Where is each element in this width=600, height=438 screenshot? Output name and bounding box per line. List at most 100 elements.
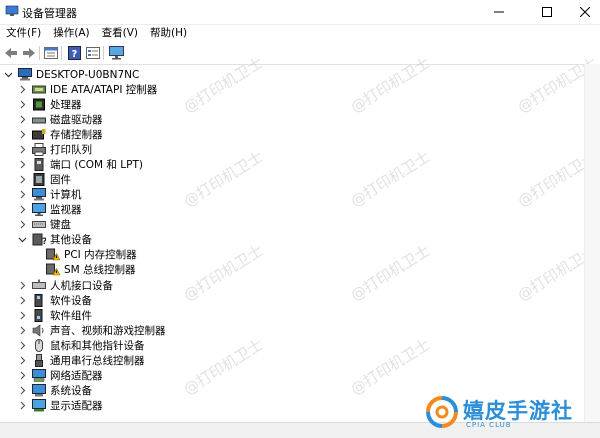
disk-drive-icon: [32, 113, 46, 126]
chevron-right-icon[interactable]: [18, 356, 27, 365]
port-icon: [32, 158, 46, 171]
mouse-icon: [32, 339, 46, 352]
back-button[interactable]: [3, 45, 19, 61]
chevron-right-icon[interactable]: [18, 386, 27, 395]
chevron-down-icon[interactable]: [4, 70, 13, 79]
chevron-right-icon[interactable]: [18, 281, 27, 290]
tree-item[interactable]: 端口 (COM 和 LPT): [18, 157, 143, 172]
tree-child-label: SM 总线控制器: [64, 263, 136, 276]
chevron-right-icon[interactable]: [18, 371, 27, 380]
tree-child-item[interactable]: PCI 内存控制器: [46, 247, 137, 262]
chevron-right-icon[interactable]: [18, 115, 27, 124]
tree-item[interactable]: 网络适配器: [18, 368, 103, 383]
chevron-right-icon[interactable]: [18, 205, 27, 214]
keyboard-icon: [32, 218, 46, 231]
system-device-icon: [32, 384, 46, 397]
chevron-right-icon[interactable]: [18, 341, 27, 350]
tree-child-label: PCI 内存控制器: [64, 248, 137, 261]
tree-item-label: 打印队列: [50, 143, 92, 156]
tree-item[interactable]: 鼠标和其他指针设备: [18, 338, 145, 353]
chevron-right-icon[interactable]: [18, 326, 27, 335]
tree-item[interactable]: 磁盘驱动器: [18, 112, 103, 127]
toolbar-separator: [39, 46, 40, 60]
tree-item[interactable]: 显示适配器: [18, 398, 103, 413]
chevron-right-icon[interactable]: [18, 296, 27, 305]
chevron-down-icon[interactable]: [18, 235, 27, 244]
device-tree: DESKTOP-U0BN7NC IDE ATA/ATAPI 控制器 处理器 磁盘…: [0, 66, 584, 422]
tree-item[interactable]: 软件组件: [18, 308, 92, 323]
tree-item[interactable]: 软件设备: [18, 293, 92, 308]
menu-help[interactable]: 帮助(H): [144, 25, 193, 42]
tree-item-label: 系统设备: [50, 384, 92, 397]
tree-child-item[interactable]: SM 总线控制器: [46, 262, 136, 277]
tree-item[interactable]: 通用串行总线控制器: [18, 353, 145, 368]
svg-text:?: ?: [71, 49, 77, 60]
warning-device-icon: [46, 248, 60, 261]
tree-item[interactable]: 处理器: [18, 97, 82, 112]
tree-item[interactable]: 系统设备: [18, 383, 92, 398]
minimize-icon: [494, 11, 504, 13]
details-icon: [86, 47, 100, 59]
ide-controller-icon: [32, 83, 46, 96]
warning-device-icon: [46, 263, 60, 276]
tree-item-label: 网络适配器: [50, 369, 103, 382]
hid-icon: [32, 279, 46, 292]
computer-icon: [18, 68, 32, 81]
tree-item-label: 计算机: [50, 188, 82, 201]
chevron-right-icon[interactable]: [18, 145, 27, 154]
toolbar-separator: [103, 46, 104, 60]
chevron-right-icon[interactable]: [18, 401, 27, 410]
tree-item-label: IDE ATA/ATAPI 控制器: [50, 83, 158, 96]
close-button[interactable]: [570, 0, 600, 24]
tree-item-label: 存储控制器: [50, 128, 103, 141]
tree-item-label: 键盘: [50, 218, 71, 231]
computer-icon: [32, 188, 46, 201]
tree-item[interactable]: 固件: [18, 172, 71, 187]
maximize-button[interactable]: [532, 0, 562, 24]
device-manager-icon: [5, 5, 19, 17]
chevron-right-icon[interactable]: [18, 220, 27, 229]
tree-item[interactable]: 人机接口设备: [18, 278, 113, 293]
tree-item[interactable]: 存储控制器: [18, 127, 103, 142]
chevron-right-icon[interactable]: [18, 85, 27, 94]
chevron-right-icon[interactable]: [18, 175, 27, 184]
firmware-icon: [32, 173, 46, 186]
tree-item-label: 通用串行总线控制器: [50, 354, 145, 367]
tree-item[interactable]: 键盘: [18, 217, 71, 232]
tree-item-label: 人机接口设备: [50, 279, 113, 292]
properties-button[interactable]: [43, 45, 59, 61]
forward-button[interactable]: [21, 45, 37, 61]
tree-item-expanded[interactable]: ? 其他设备: [18, 232, 92, 247]
unknown-device-icon: ?: [32, 233, 46, 246]
chevron-right-icon[interactable]: [18, 100, 27, 109]
toolbar: ?: [0, 42, 600, 65]
storage-controller-icon: [32, 128, 46, 141]
menu-action[interactable]: 操作(A): [47, 25, 95, 42]
minimize-button[interactable]: [484, 0, 514, 24]
tree-item[interactable]: 打印队列: [18, 142, 92, 157]
tree-item[interactable]: 计算机: [18, 187, 82, 202]
help-button[interactable]: ?: [66, 45, 82, 61]
tree-item[interactable]: 监视器: [18, 202, 82, 217]
printer-icon: [32, 143, 46, 156]
chevron-right-icon[interactable]: [18, 160, 27, 169]
processor-icon: [32, 98, 46, 111]
chevron-right-icon[interactable]: [18, 130, 27, 139]
chevron-right-icon[interactable]: [18, 190, 27, 199]
chevron-right-icon[interactable]: [18, 311, 27, 320]
software-component-icon: [32, 309, 46, 322]
tree-root[interactable]: DESKTOP-U0BN7NC: [4, 67, 139, 82]
tree-item-label: 端口 (COM 和 LPT): [50, 158, 143, 171]
maximize-icon: [542, 7, 552, 17]
tree-item[interactable]: IDE ATA/ATAPI 控制器: [18, 82, 157, 97]
scan-hardware-button[interactable]: [108, 45, 124, 61]
menu-file[interactable]: 文件(F): [0, 25, 47, 42]
tree-item-label: 声音、视频和游戏控制器: [50, 324, 166, 337]
vertical-scrollbar[interactable]: [584, 64, 600, 422]
details-button[interactable]: [85, 45, 101, 61]
title-bar: 设备管理器: [0, 0, 600, 25]
brand-watermark: 嬉皮手游社 CPIA CLUB: [426, 393, 586, 433]
tree-item[interactable]: 声音、视频和游戏控制器: [18, 323, 166, 338]
tree-item-label: 磁盘驱动器: [50, 113, 103, 126]
menu-view[interactable]: 查看(V): [96, 25, 144, 42]
